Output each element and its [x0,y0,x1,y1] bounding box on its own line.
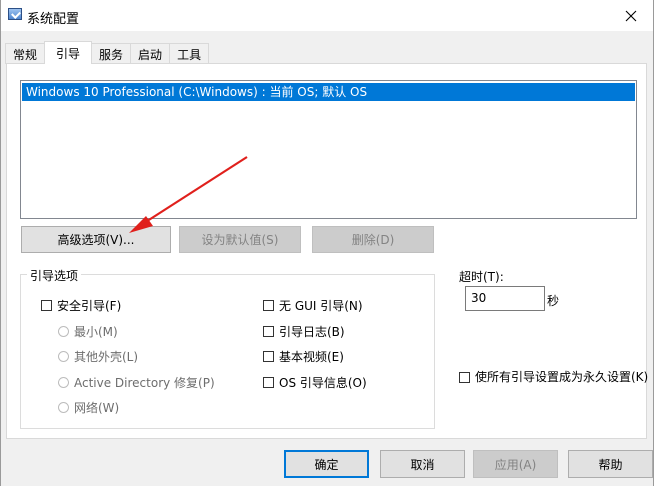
timeout-label: 超时(T): [459,270,504,284]
msconfig-icon [8,8,22,20]
network-label: 网络(W) [74,401,120,415]
radio-circle[interactable] [58,351,69,362]
checkbox-box[interactable] [263,326,274,337]
os-boot-info-label: OS 引导信息(O) [279,376,367,390]
os-list-item-selected[interactable]: Windows 10 Professional (C:\Windows) : 当… [22,83,635,101]
safe-boot-checkbox[interactable]: 安全引导(F) [41,297,121,314]
close-button[interactable] [609,0,653,31]
close-icon [625,10,637,21]
minimal-label: 最小(M) [74,325,118,339]
tab-startup[interactable]: 启动 [130,43,171,64]
apply-button[interactable]: 应用(A) [473,450,558,478]
ad-repair-label: Active Directory 修复(P) [74,376,215,390]
timeout-input[interactable]: 30 [465,286,545,311]
timeout-unit: 秒 [547,294,560,308]
window-title: 系统配置 [27,12,80,27]
tab-tools[interactable]: 工具 [169,43,210,64]
network-radio[interactable]: 网络(W) [58,399,119,416]
checkbox-box[interactable] [41,300,52,311]
title-bar: 系统配置 [1,0,653,31]
advanced-options-button[interactable]: 高级选项(V)... [21,226,171,253]
help-button[interactable]: 帮助 [568,450,653,478]
os-list[interactable]: Windows 10 Professional (C:\Windows) : 当… [20,80,637,219]
radio-circle[interactable] [58,377,69,388]
base-video-checkbox[interactable]: 基本视频(E) [263,348,344,365]
ad-repair-radio[interactable]: Active Directory 修复(P) [58,374,215,391]
cancel-button[interactable]: 取消 [380,450,465,478]
tab-strip: 常规 引导 服务 启动 工具 [5,41,210,64]
radio-circle[interactable] [58,326,69,337]
checkbox-box[interactable] [459,372,470,383]
radio-circle[interactable] [58,402,69,413]
delete-button[interactable]: 删除(D) [312,226,434,253]
tab-boot[interactable]: 引导 [44,41,93,64]
ok-button[interactable]: 确定 [284,450,369,478]
system-config-window: 系统配置 常规 引导 服务 启动 工具 Windows 10 Professio… [0,0,654,486]
os-boot-info-checkbox[interactable]: OS 引导信息(O) [263,374,367,391]
checkbox-box[interactable] [263,377,274,388]
safe-boot-label: 安全引导(F) [57,299,122,313]
boot-log-checkbox[interactable]: 引导日志(B) [263,323,345,340]
alternate-shell-label: 其他外壳(L) [74,350,139,364]
make-permanent-checkbox[interactable]: 使所有引导设置成为永久设置(K) [459,369,650,385]
base-video-label: 基本视频(E) [279,350,344,364]
make-permanent-label: 使所有引导设置成为永久设置(K) [475,370,649,384]
no-gui-boot-checkbox[interactable]: 无 GUI 引导(N) [263,297,363,314]
no-gui-boot-label: 无 GUI 引导(N) [279,299,363,313]
set-default-button[interactable]: 设为默认值(S) [179,226,301,253]
minimal-radio[interactable]: 最小(M) [58,323,118,340]
boot-log-label: 引导日志(B) [279,325,345,339]
checkbox-box[interactable] [263,300,274,311]
checkbox-box[interactable] [263,351,274,362]
tab-services[interactable]: 服务 [91,43,132,64]
tab-general[interactable]: 常规 [5,43,46,64]
alternate-shell-radio[interactable]: 其他外壳(L) [58,348,138,365]
boot-options-legend: 引导选项 [27,267,82,284]
